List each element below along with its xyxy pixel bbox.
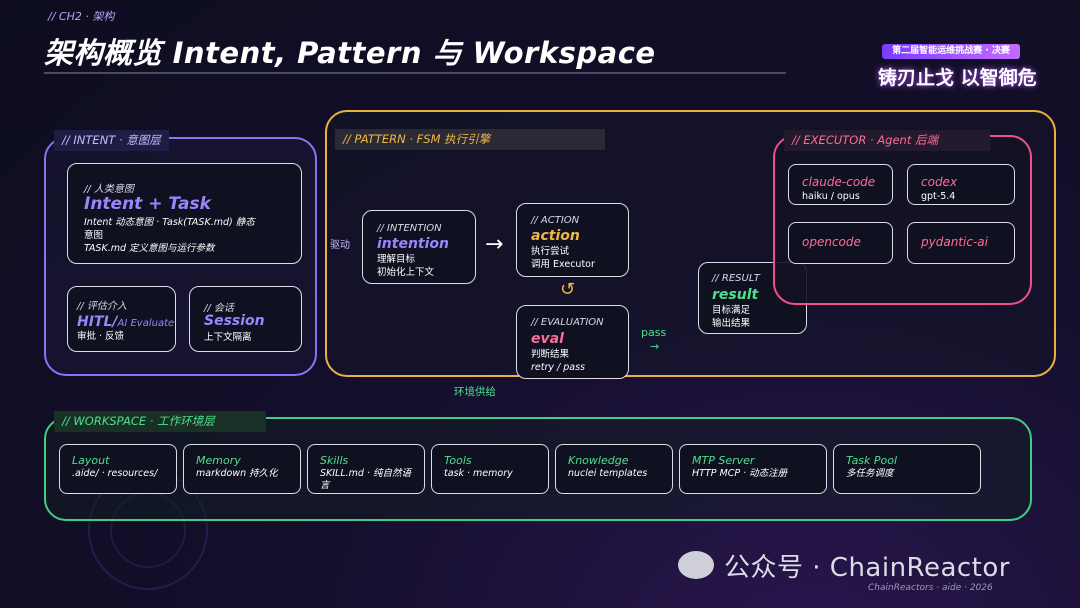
- agent-model: haiku / opus: [802, 191, 860, 202]
- environment-supply-label: 环境供给: [454, 386, 496, 398]
- wechat-icon: [678, 551, 714, 579]
- footer-credit: ChainReactors · aide · 2026: [868, 583, 993, 593]
- workspace-item-skills: Skills SKILL.md · 纯自然语言: [307, 444, 425, 494]
- transition-arrow: →: [485, 232, 504, 257]
- workspace-item-name: Layout: [72, 454, 110, 467]
- pass-transition: pass →: [641, 326, 666, 354]
- event-badge: 第二届智能运维挑战赛 · 决赛: [882, 44, 1020, 59]
- breadcrumb: // CH2 · 架构: [48, 10, 115, 23]
- workspace-item-name: Tools: [444, 454, 472, 467]
- workspace-item-name: MTP Server: [692, 454, 755, 467]
- action-title: action: [531, 228, 580, 244]
- human-intent-desc-3: TASK.md 定义意图与运行参数: [84, 243, 215, 254]
- action-desc-1: 执行尝试: [531, 246, 570, 257]
- workspace-item-memory: Memory markdown 持久化: [183, 444, 301, 494]
- session-desc: 上下文隔离: [204, 332, 252, 343]
- human-intent-title: Intent + Task: [84, 194, 211, 214]
- workspace-item-name: Task Pool: [846, 454, 898, 467]
- agent-name: opencode: [802, 235, 861, 249]
- workspace-item-name: Knowledge: [568, 454, 629, 467]
- workspace-item-desc: .aide/ · resources/: [72, 468, 158, 479]
- agent-name: codex: [921, 175, 958, 189]
- agent-model: gpt-5.4: [921, 191, 956, 202]
- workspace-item-desc: SKILL.md · 纯自然语言: [320, 468, 412, 491]
- result-title: result: [712, 287, 759, 303]
- workspace-item-desc: task · memory: [444, 468, 513, 479]
- evaluation-desc-2: retry / pass: [531, 362, 585, 373]
- intention-title: intention: [377, 236, 449, 252]
- workspace-item-desc: nuclei templates: [568, 468, 648, 479]
- title-divider: [44, 72, 786, 74]
- intent-panel-tag: // INTENT · 意图层: [54, 130, 169, 151]
- workspace-item-task-pool: Task Pool 多任务调度: [833, 444, 981, 494]
- agent-name: claude-code: [802, 175, 876, 189]
- drive-label: 驱动: [330, 240, 350, 251]
- human-intent-desc-2: 意图: [84, 230, 104, 241]
- session-title: Session: [204, 313, 265, 329]
- intention-label: // INTENTION: [377, 223, 442, 234]
- result-desc-2: 输出结果: [712, 318, 751, 329]
- agent-codex: codex gpt-5.4: [907, 164, 1015, 205]
- workspace-item-knowledge: Knowledge nuclei templates: [555, 444, 673, 494]
- workspace-item-desc: markdown 持久化: [196, 468, 278, 479]
- intention-desc-1: 理解目标: [377, 254, 416, 265]
- evaluation-title: eval: [531, 331, 564, 347]
- agent-name: pydantic-ai: [921, 235, 988, 249]
- intention-desc-2: 初始化上下文: [377, 267, 435, 278]
- pattern-panel-tag: // PATTERN · FSM 执行引擎: [335, 129, 605, 150]
- executor-panel-tag: // EXECUTOR · Agent 后端: [784, 130, 990, 151]
- hitl-title: HITL/AI Evaluate: [77, 311, 174, 330]
- evaluation-state-card: // EVALUATION eval 判断结果 retry / pass: [516, 305, 629, 379]
- workspace-item-name: Skills: [320, 454, 349, 467]
- executor-panel: [773, 135, 1032, 305]
- watermark: 公众号 · ChainReactor: [724, 553, 1010, 583]
- evaluation-label: // EVALUATION: [531, 317, 604, 328]
- session-label: // 会话: [204, 303, 234, 314]
- workspace-item-mtp-server: MTP Server HTTP MCP · 动态注册: [679, 444, 827, 494]
- action-label: // ACTION: [531, 215, 580, 226]
- hitl-title-sub: AI Evaluate: [117, 318, 175, 329]
- action-desc-2: 调用 Executor: [531, 259, 595, 270]
- workspace-item-tools: Tools task · memory: [431, 444, 549, 494]
- pass-label: pass: [641, 326, 667, 339]
- workspace-panel-tag: // WORKSPACE · 工作环境层: [54, 411, 266, 432]
- hitl-card: // 评估介入 HITL/AI Evaluate 审批 · 反馈: [67, 286, 176, 352]
- hitl-label: // 评估介入: [77, 301, 127, 312]
- hitl-title-main: HITL/: [77, 314, 118, 330]
- workspace-item-name: Memory: [196, 454, 241, 467]
- hitl-desc: 审批 · 反馈: [77, 331, 125, 342]
- intention-state-card: // INTENTION intention 理解目标 初始化上下文: [362, 210, 476, 284]
- workspace-item-desc: HTTP MCP · 动态注册: [692, 468, 788, 479]
- result-label: // RESULT: [712, 273, 760, 284]
- session-card: // 会话 Session 上下文隔离: [189, 286, 302, 352]
- retry-loop-icon: ↺: [560, 279, 576, 300]
- agent-opencode: opencode: [788, 222, 893, 264]
- agent-claude-code: claude-code haiku / opus: [788, 164, 893, 205]
- pass-arrow-icon: →: [650, 340, 660, 353]
- workspace-item-layout: Layout .aide/ · resources/: [59, 444, 177, 494]
- evaluation-desc-1: 判断结果: [531, 349, 570, 360]
- human-intent-label: // 人类意图: [84, 184, 134, 195]
- human-intent-card: // 人类意图 Intent + Task Intent 动态意图 · Task…: [67, 163, 302, 264]
- page-title: 架构概览 Intent, Pattern 与 Workspace: [44, 36, 656, 70]
- event-slogan: 铸刃止戈 以智御危: [878, 67, 1037, 89]
- action-state-card: // ACTION action 执行尝试 调用 Executor: [516, 203, 629, 277]
- result-desc-1: 目标满足: [712, 305, 751, 316]
- agent-pydantic-ai: pydantic-ai: [907, 222, 1015, 264]
- workspace-item-desc: 多任务调度: [846, 468, 894, 479]
- human-intent-desc-1: Intent 动态意图 · Task(TASK.md) 静态: [84, 217, 255, 228]
